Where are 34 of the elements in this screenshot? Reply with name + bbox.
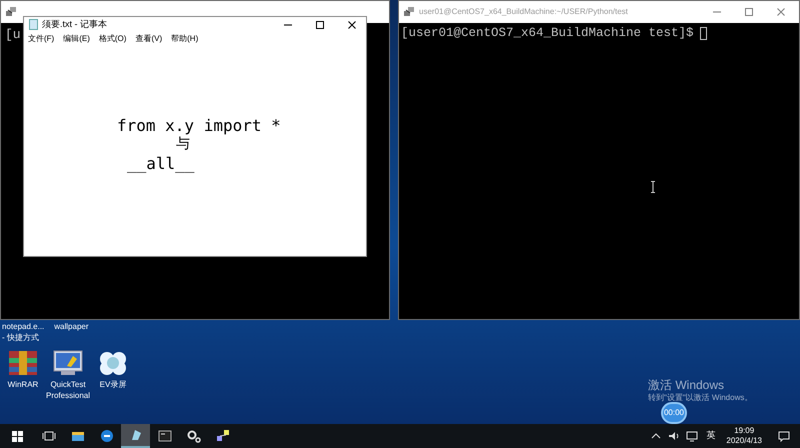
terminal-prompt: [user01@CentOS7_x64_BuildMachine test]$: [401, 25, 694, 42]
text-cursor: [700, 26, 707, 40]
terminal-icon: [403, 6, 415, 18]
activation-title: 激活 Windows: [648, 378, 726, 392]
text-line: 与: [176, 136, 190, 152]
menu-item[interactable]: 帮助(H): [171, 33, 198, 45]
window-title: 须要.txt - 记事本: [42, 18, 107, 31]
activation-hint: 转到"设置"以激活 Windows。: [648, 392, 752, 404]
terminal-icon: [5, 6, 17, 18]
notepad-icon[interactable]: [121, 424, 150, 448]
menu-item[interactable]: 格式(O): [98, 33, 126, 45]
terminal-text: [u: [4, 26, 22, 44]
desktop-icon-label[interactable]: QuickTest Professional: [46, 379, 90, 401]
notification-icon[interactable]: [778, 430, 790, 442]
clock-time[interactable]: 19:09: [734, 426, 754, 436]
flower-icon[interactable]: [99, 350, 127, 376]
text-line: from x.y import *: [117, 116, 281, 135]
window-title: user01@CentOS7_x64_BuildMachine:~/USER/Python/test: [419, 6, 628, 18]
document-icon: [29, 19, 38, 30]
input-method-indicator[interactable]: 英: [706, 429, 716, 443]
monitor-icon[interactable]: [686, 430, 698, 442]
desktop-icon-label[interactable]: wallpaper: [54, 321, 89, 343]
text-line: __all__: [127, 154, 194, 173]
menu-item[interactable]: 文件(F): [28, 33, 54, 45]
desktop-icon-label[interactable]: notepad.e... - 快捷方式: [2, 321, 44, 343]
menu-item[interactable]: 查看(V): [135, 33, 162, 45]
i-beam-cursor-icon: [651, 181, 655, 193]
desktop-icon-label[interactable]: WinRAR: [8, 379, 38, 390]
clock-date[interactable]: 2020/4/13: [726, 436, 762, 446]
archive-books-icon[interactable]: [8, 350, 38, 376]
menu-item[interactable]: 编辑(E): [63, 33, 90, 45]
monitor-icon[interactable]: [53, 350, 83, 376]
speaker-icon[interactable]: [668, 430, 680, 442]
desktop-icon-label[interactable]: EV录屏: [100, 379, 126, 390]
